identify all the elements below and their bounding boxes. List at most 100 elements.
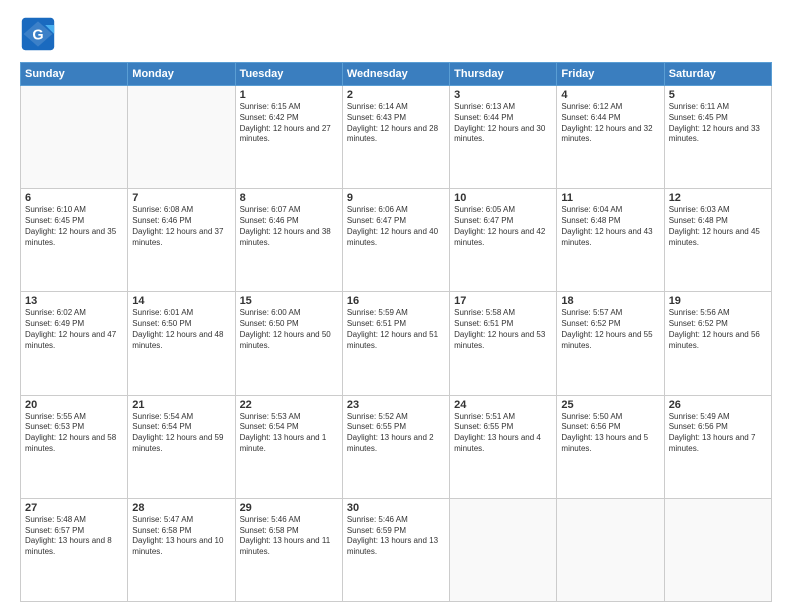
logo: G	[20, 16, 60, 52]
day-info: Sunrise: 6:15 AM Sunset: 6:42 PM Dayligh…	[240, 102, 338, 145]
day-number: 13	[25, 295, 123, 307]
day-number: 18	[561, 295, 659, 307]
day-number: 9	[347, 192, 445, 204]
day-info: Sunrise: 6:13 AM Sunset: 6:44 PM Dayligh…	[454, 102, 552, 145]
day-number: 5	[669, 89, 767, 101]
day-number: 22	[240, 399, 338, 411]
day-info: Sunrise: 5:50 AM Sunset: 6:56 PM Dayligh…	[561, 412, 659, 455]
day-cell	[664, 498, 771, 601]
svg-text:G: G	[32, 27, 43, 43]
day-info: Sunrise: 6:06 AM Sunset: 6:47 PM Dayligh…	[347, 205, 445, 248]
day-cell	[557, 498, 664, 601]
day-info: Sunrise: 5:52 AM Sunset: 6:55 PM Dayligh…	[347, 412, 445, 455]
day-cell: 28Sunrise: 5:47 AM Sunset: 6:58 PM Dayli…	[128, 498, 235, 601]
day-cell	[21, 86, 128, 189]
header: G	[20, 16, 772, 52]
day-cell: 17Sunrise: 5:58 AM Sunset: 6:51 PM Dayli…	[450, 292, 557, 395]
calendar-header: SundayMondayTuesdayWednesdayThursdayFrid…	[21, 63, 772, 86]
day-cell	[128, 86, 235, 189]
day-info: Sunrise: 5:59 AM Sunset: 6:51 PM Dayligh…	[347, 308, 445, 351]
day-number: 2	[347, 89, 445, 101]
day-cell: 29Sunrise: 5:46 AM Sunset: 6:58 PM Dayli…	[235, 498, 342, 601]
day-info: Sunrise: 6:01 AM Sunset: 6:50 PM Dayligh…	[132, 308, 230, 351]
day-cell: 13Sunrise: 6:02 AM Sunset: 6:49 PM Dayli…	[21, 292, 128, 395]
day-cell: 23Sunrise: 5:52 AM Sunset: 6:55 PM Dayli…	[342, 395, 449, 498]
day-info: Sunrise: 6:10 AM Sunset: 6:45 PM Dayligh…	[25, 205, 123, 248]
day-info: Sunrise: 5:51 AM Sunset: 6:55 PM Dayligh…	[454, 412, 552, 455]
day-info: Sunrise: 5:46 AM Sunset: 6:59 PM Dayligh…	[347, 515, 445, 558]
day-info: Sunrise: 5:54 AM Sunset: 6:54 PM Dayligh…	[132, 412, 230, 455]
day-info: Sunrise: 5:55 AM Sunset: 6:53 PM Dayligh…	[25, 412, 123, 455]
day-cell: 11Sunrise: 6:04 AM Sunset: 6:48 PM Dayli…	[557, 189, 664, 292]
day-number: 12	[669, 192, 767, 204]
day-cell: 27Sunrise: 5:48 AM Sunset: 6:57 PM Dayli…	[21, 498, 128, 601]
day-cell: 21Sunrise: 5:54 AM Sunset: 6:54 PM Dayli…	[128, 395, 235, 498]
day-cell: 10Sunrise: 6:05 AM Sunset: 6:47 PM Dayli…	[450, 189, 557, 292]
day-number: 29	[240, 502, 338, 514]
day-cell: 14Sunrise: 6:01 AM Sunset: 6:50 PM Dayli…	[128, 292, 235, 395]
day-cell: 18Sunrise: 5:57 AM Sunset: 6:52 PM Dayli…	[557, 292, 664, 395]
day-number: 15	[240, 295, 338, 307]
day-cell: 22Sunrise: 5:53 AM Sunset: 6:54 PM Dayli…	[235, 395, 342, 498]
day-number: 6	[25, 192, 123, 204]
day-cell: 8Sunrise: 6:07 AM Sunset: 6:46 PM Daylig…	[235, 189, 342, 292]
day-cell: 2Sunrise: 6:14 AM Sunset: 6:43 PM Daylig…	[342, 86, 449, 189]
day-number: 17	[454, 295, 552, 307]
day-number: 20	[25, 399, 123, 411]
week-row-5: 27Sunrise: 5:48 AM Sunset: 6:57 PM Dayli…	[21, 498, 772, 601]
header-row: SundayMondayTuesdayWednesdayThursdayFrid…	[21, 63, 772, 86]
header-cell-monday: Monday	[128, 63, 235, 86]
day-cell: 25Sunrise: 5:50 AM Sunset: 6:56 PM Dayli…	[557, 395, 664, 498]
day-info: Sunrise: 6:05 AM Sunset: 6:47 PM Dayligh…	[454, 205, 552, 248]
day-info: Sunrise: 6:11 AM Sunset: 6:45 PM Dayligh…	[669, 102, 767, 145]
page: G SundayMondayTuesdayWednesdayThursdayFr…	[0, 0, 792, 612]
day-info: Sunrise: 5:48 AM Sunset: 6:57 PM Dayligh…	[25, 515, 123, 558]
day-info: Sunrise: 5:46 AM Sunset: 6:58 PM Dayligh…	[240, 515, 338, 558]
day-number: 4	[561, 89, 659, 101]
day-number: 23	[347, 399, 445, 411]
day-cell: 19Sunrise: 5:56 AM Sunset: 6:52 PM Dayli…	[664, 292, 771, 395]
day-number: 10	[454, 192, 552, 204]
day-info: Sunrise: 6:08 AM Sunset: 6:46 PM Dayligh…	[132, 205, 230, 248]
logo-icon: G	[20, 16, 56, 52]
day-cell: 24Sunrise: 5:51 AM Sunset: 6:55 PM Dayli…	[450, 395, 557, 498]
header-cell-friday: Friday	[557, 63, 664, 86]
day-cell: 12Sunrise: 6:03 AM Sunset: 6:48 PM Dayli…	[664, 189, 771, 292]
day-number: 8	[240, 192, 338, 204]
week-row-4: 20Sunrise: 5:55 AM Sunset: 6:53 PM Dayli…	[21, 395, 772, 498]
day-info: Sunrise: 6:07 AM Sunset: 6:46 PM Dayligh…	[240, 205, 338, 248]
day-cell: 26Sunrise: 5:49 AM Sunset: 6:56 PM Dayli…	[664, 395, 771, 498]
day-info: Sunrise: 5:56 AM Sunset: 6:52 PM Dayligh…	[669, 308, 767, 351]
day-cell: 3Sunrise: 6:13 AM Sunset: 6:44 PM Daylig…	[450, 86, 557, 189]
day-cell: 4Sunrise: 6:12 AM Sunset: 6:44 PM Daylig…	[557, 86, 664, 189]
day-cell: 7Sunrise: 6:08 AM Sunset: 6:46 PM Daylig…	[128, 189, 235, 292]
header-cell-thursday: Thursday	[450, 63, 557, 86]
day-info: Sunrise: 6:04 AM Sunset: 6:48 PM Dayligh…	[561, 205, 659, 248]
day-info: Sunrise: 5:47 AM Sunset: 6:58 PM Dayligh…	[132, 515, 230, 558]
header-cell-wednesday: Wednesday	[342, 63, 449, 86]
day-cell: 5Sunrise: 6:11 AM Sunset: 6:45 PM Daylig…	[664, 86, 771, 189]
day-number: 28	[132, 502, 230, 514]
header-cell-tuesday: Tuesday	[235, 63, 342, 86]
header-cell-saturday: Saturday	[664, 63, 771, 86]
day-info: Sunrise: 5:58 AM Sunset: 6:51 PM Dayligh…	[454, 308, 552, 351]
day-number: 24	[454, 399, 552, 411]
week-row-3: 13Sunrise: 6:02 AM Sunset: 6:49 PM Dayli…	[21, 292, 772, 395]
day-number: 14	[132, 295, 230, 307]
day-info: Sunrise: 5:57 AM Sunset: 6:52 PM Dayligh…	[561, 308, 659, 351]
day-cell: 15Sunrise: 6:00 AM Sunset: 6:50 PM Dayli…	[235, 292, 342, 395]
week-row-1: 1Sunrise: 6:15 AM Sunset: 6:42 PM Daylig…	[21, 86, 772, 189]
day-number: 26	[669, 399, 767, 411]
day-number: 1	[240, 89, 338, 101]
day-info: Sunrise: 5:53 AM Sunset: 6:54 PM Dayligh…	[240, 412, 338, 455]
day-cell: 16Sunrise: 5:59 AM Sunset: 6:51 PM Dayli…	[342, 292, 449, 395]
day-number: 27	[25, 502, 123, 514]
day-info: Sunrise: 6:14 AM Sunset: 6:43 PM Dayligh…	[347, 102, 445, 145]
day-info: Sunrise: 6:00 AM Sunset: 6:50 PM Dayligh…	[240, 308, 338, 351]
calendar-body: 1Sunrise: 6:15 AM Sunset: 6:42 PM Daylig…	[21, 86, 772, 602]
day-number: 25	[561, 399, 659, 411]
day-number: 11	[561, 192, 659, 204]
calendar-table: SundayMondayTuesdayWednesdayThursdayFrid…	[20, 62, 772, 602]
day-number: 16	[347, 295, 445, 307]
day-number: 19	[669, 295, 767, 307]
